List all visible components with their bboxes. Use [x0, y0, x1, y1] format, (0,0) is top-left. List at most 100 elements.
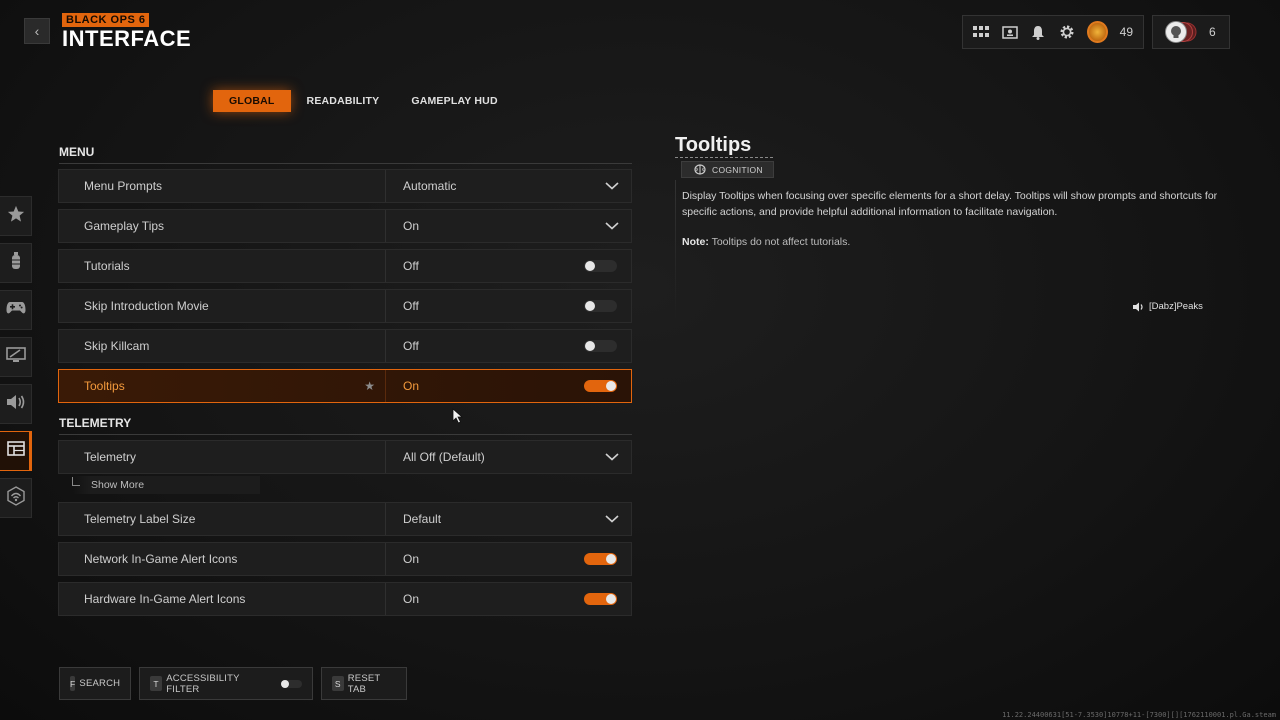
- category-rail: [0, 196, 36, 525]
- accessibility-filter-button[interactable]: T ACCESSIBILITY FILTER: [139, 667, 313, 700]
- rail-interface[interactable]: [0, 431, 32, 471]
- rail-account-network[interactable]: [0, 478, 32, 518]
- rank-badge-icon[interactable]: [1087, 21, 1108, 43]
- mouse-cursor-icon: [452, 408, 464, 424]
- setting-value: On: [403, 592, 420, 606]
- tab-readability[interactable]: READABILITY: [291, 90, 396, 112]
- setting-label: Skip Killcam: [84, 339, 150, 353]
- rail-audio[interactable]: [0, 384, 32, 424]
- setting-value-dropdown[interactable]: Automatic: [385, 170, 631, 202]
- setting-label: Hardware In-Game Alert Icons: [84, 592, 246, 606]
- setting-menu-prompts[interactable]: Menu Prompts Automatic: [58, 169, 632, 203]
- key-hint: F: [70, 676, 76, 691]
- setting-label: Gameplay Tips: [84, 219, 165, 233]
- setting-value-toggle[interactable]: Off: [385, 330, 631, 362]
- section-menu: MENU: [59, 145, 632, 164]
- toggle-switch[interactable]: [584, 340, 617, 352]
- toggle-knob: [585, 341, 595, 351]
- setting-label: Tutorials: [84, 259, 130, 273]
- setting-telemetry[interactable]: Telemetry All Off (Default): [58, 440, 632, 474]
- setting-value-dropdown[interactable]: All Off (Default): [385, 441, 631, 473]
- brain-icon: [694, 164, 706, 175]
- setting-label: Network In-Game Alert Icons: [84, 552, 238, 566]
- logo-subtitle: BLACK OPS 6: [62, 13, 150, 27]
- setting-value: All Off (Default): [403, 450, 485, 464]
- voice-chat-indicator: [Dabz]Peaks: [1133, 301, 1203, 312]
- toggle-switch[interactable]: [584, 260, 617, 272]
- star-icon: [7, 205, 25, 228]
- monitor-icon: [5, 346, 26, 368]
- setting-value: On: [403, 219, 420, 233]
- top-status-bar: 49: [962, 15, 1144, 49]
- favorite-star-icon[interactable]: ★: [364, 379, 375, 393]
- setting-label: Menu Prompts: [84, 179, 163, 193]
- setting-value: On: [403, 552, 420, 566]
- setting-value-toggle[interactable]: On: [385, 543, 631, 575]
- prestige-count: 6: [1209, 25, 1216, 39]
- chevron-down-icon: [605, 450, 619, 464]
- toggle-switch[interactable]: [584, 380, 617, 392]
- toggle-knob: [606, 594, 616, 604]
- setting-hardware-alert-icons[interactable]: Hardware In-Game Alert Icons On: [58, 582, 632, 616]
- section-telemetry: TELEMETRY: [59, 416, 632, 435]
- settings-tabs: GLOBAL READABILITY GAMEPLAY HUD: [213, 90, 514, 112]
- setting-value-toggle[interactable]: On: [385, 583, 631, 615]
- gamepad-icon: [6, 301, 26, 320]
- rail-graphics[interactable]: [0, 337, 32, 377]
- info-divider: [675, 180, 676, 320]
- tab-global[interactable]: GLOBAL: [213, 90, 291, 112]
- toggle-switch[interactable]: [584, 593, 617, 605]
- setting-telemetry-label-size[interactable]: Telemetry Label Size Default: [58, 502, 632, 536]
- setting-skip-killcam[interactable]: Skip Killcam Off: [58, 329, 632, 363]
- grid-menu-icon[interactable]: [973, 23, 990, 41]
- rail-general[interactable]: [0, 243, 32, 283]
- rail-favorites[interactable]: [0, 196, 32, 236]
- tab-gameplay-hud[interactable]: GAMEPLAY HUD: [395, 90, 513, 112]
- setting-label: Skip Introduction Movie: [84, 299, 209, 313]
- setting-skip-intro-movie[interactable]: Skip Introduction Movie Off: [58, 289, 632, 323]
- setting-network-alert-icons[interactable]: Network In-Game Alert Icons On: [58, 542, 632, 576]
- cognition-tag: COGNITION: [681, 161, 774, 178]
- key-hint: S: [332, 676, 344, 691]
- gear-icon[interactable]: [1059, 23, 1076, 41]
- reset-tab-label: RESET TAB: [347, 672, 381, 695]
- game-logo: BLACK OPS 6 INTERFACE: [62, 10, 192, 51]
- setting-value-toggle[interactable]: Off: [385, 290, 631, 322]
- show-more-label: Show More: [91, 479, 145, 491]
- speaker-icon: [6, 394, 26, 415]
- id-card-icon[interactable]: [1002, 23, 1019, 41]
- setting-tooltips[interactable]: Tooltips ★ On: [58, 369, 632, 403]
- back-button[interactable]: ‹: [24, 18, 50, 44]
- toggle-knob: [281, 679, 290, 688]
- toggle-knob: [585, 301, 595, 311]
- toggle-knob: [606, 554, 616, 564]
- page-title: INTERFACE: [62, 26, 192, 51]
- setting-value-dropdown[interactable]: On: [385, 210, 631, 242]
- accessibility-filter-label: ACCESSIBILITY FILTER: [166, 672, 240, 695]
- toggle-knob: [606, 381, 616, 391]
- chevron-down-icon: [605, 512, 619, 526]
- tree-elbow-icon: [72, 476, 80, 486]
- setting-value-toggle[interactable]: Off: [385, 250, 631, 282]
- setting-label: Tooltips ★: [59, 370, 385, 402]
- setting-gameplay-tips[interactable]: Gameplay Tips On: [58, 209, 632, 243]
- toggle-switch[interactable]: [584, 300, 617, 312]
- setting-tutorials[interactable]: Tutorials Off: [58, 249, 632, 283]
- accessibility-filter-toggle[interactable]: [281, 679, 303, 688]
- rail-controller[interactable]: [0, 290, 32, 330]
- reset-tab-button[interactable]: S RESET TAB: [321, 667, 407, 700]
- setting-value-dropdown[interactable]: Default: [385, 503, 631, 535]
- search-button[interactable]: F SEARCH: [59, 667, 131, 700]
- toggle-knob: [585, 261, 595, 271]
- network-icon: [6, 485, 26, 511]
- toggle-switch[interactable]: [584, 553, 617, 565]
- build-info: 11.22.24400631[51-7.3530]10778+11-[7300]…: [1002, 711, 1276, 719]
- setting-value-toggle[interactable]: On: [385, 370, 631, 402]
- prestige-box[interactable]: 6: [1152, 15, 1230, 49]
- chevron-left-icon: ‹: [34, 23, 40, 39]
- chevron-down-icon: [605, 179, 619, 193]
- bell-icon[interactable]: [1030, 23, 1047, 41]
- setting-label: Telemetry: [84, 450, 137, 464]
- show-more-link[interactable]: Show More: [72, 476, 260, 494]
- setting-value: On: [403, 379, 420, 393]
